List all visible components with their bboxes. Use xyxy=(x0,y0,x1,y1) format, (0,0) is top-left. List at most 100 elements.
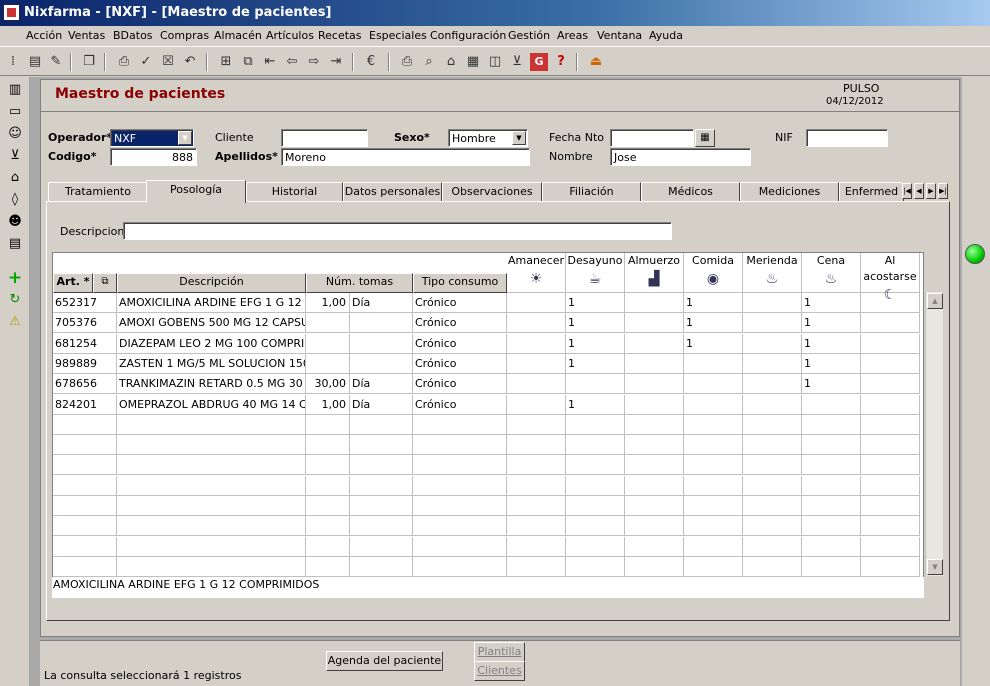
cell-num-tomas[interactable]: 1,00 xyxy=(306,293,350,313)
cell-toma[interactable] xyxy=(861,435,920,456)
cell-toma[interactable]: 1 xyxy=(802,293,861,313)
cell-tipo-consumo[interactable]: Crónico xyxy=(413,293,507,313)
first-record-icon[interactable]: ⇤ xyxy=(261,53,279,71)
cell-tipo-consumo[interactable]: Crónico xyxy=(413,313,507,334)
cell-tipo-consumo[interactable] xyxy=(413,414,507,435)
cell-unidad[interactable] xyxy=(350,496,413,516)
col-header-almuerzo[interactable]: Almuerzo ▟ xyxy=(625,253,684,293)
cell-art[interactable] xyxy=(53,556,117,577)
exit-icon[interactable]: ⏏ xyxy=(587,53,605,71)
cell-art[interactable] xyxy=(53,516,117,537)
cell-toma[interactable] xyxy=(861,455,920,476)
cell-toma[interactable] xyxy=(743,496,802,516)
cell-toma[interactable] xyxy=(625,293,684,313)
cell-toma[interactable] xyxy=(625,414,684,435)
cell-tipo-consumo[interactable] xyxy=(413,516,507,537)
cell-toma[interactable] xyxy=(625,353,684,374)
cell-toma[interactable] xyxy=(566,536,625,557)
menu-ventas[interactable]: Ventas xyxy=(68,29,105,42)
menu-articulos[interactable]: Artículos xyxy=(266,29,314,42)
col-header-merienda[interactable]: Merienda ♨ xyxy=(743,253,802,293)
cell-toma[interactable] xyxy=(861,353,920,374)
stamp-icon[interactable]: ▥ xyxy=(6,81,24,99)
cell-unidad[interactable] xyxy=(350,313,413,334)
cell-toma[interactable] xyxy=(507,374,566,395)
euro-icon[interactable]: € xyxy=(362,53,380,71)
cell-num-tomas[interactable] xyxy=(306,414,350,435)
col-header-descripcion[interactable]: Descripción xyxy=(117,273,306,293)
codigo-field[interactable]: 888 xyxy=(110,148,197,166)
cell-art[interactable] xyxy=(53,536,117,557)
cell-art[interactable] xyxy=(53,435,117,456)
cell-num-tomas[interactable] xyxy=(306,556,350,577)
agenda-button[interactable]: Agenda del paciente xyxy=(326,651,443,671)
tab-enfermedades[interactable]: Enfermed xyxy=(839,182,904,202)
cell-art[interactable]: 681254 xyxy=(53,333,117,354)
cell-toma[interactable] xyxy=(684,374,743,395)
vertical-scrollbar[interactable]: ▲ ▼ xyxy=(925,292,943,576)
cell-unidad[interactable] xyxy=(350,516,413,537)
cell-toma[interactable] xyxy=(507,414,566,435)
cell-toma[interactable] xyxy=(743,293,802,313)
col-header-tipo-consumo[interactable]: Tipo consumo xyxy=(413,273,507,293)
scroll-up-icon[interactable]: ▲ xyxy=(927,293,943,309)
tab-prev-icon[interactable]: ◀ xyxy=(914,183,924,199)
duplicate-icon[interactable]: ⧉ xyxy=(239,53,257,71)
cell-toma[interactable] xyxy=(507,353,566,374)
tab-datos-personales[interactable]: Datos personales xyxy=(343,182,442,202)
col-header-art[interactable]: Art. * xyxy=(53,273,93,293)
cell-unidad[interactable]: Día xyxy=(350,293,413,313)
cell-tipo-consumo[interactable]: Crónico xyxy=(413,333,507,354)
cell-num-tomas[interactable] xyxy=(306,353,350,374)
cell-descripcion[interactable] xyxy=(117,516,306,537)
cliente-field[interactable] xyxy=(281,129,368,147)
cell-toma[interactable]: 1 xyxy=(566,293,625,313)
cell-toma[interactable] xyxy=(861,516,920,537)
cell-unidad[interactable] xyxy=(350,333,413,354)
cell-unidad[interactable] xyxy=(350,414,413,435)
cell-toma[interactable]: 1 xyxy=(802,374,861,395)
cell-toma[interactable] xyxy=(861,313,920,334)
cell-descripcion[interactable] xyxy=(117,475,306,496)
cell-toma[interactable] xyxy=(507,313,566,334)
cell-descripcion[interactable]: AMOXI GOBENS 500 MG 12 CAPSULA xyxy=(117,313,306,334)
cell-toma[interactable] xyxy=(802,536,861,557)
nombre-field[interactable]: Jose xyxy=(610,148,751,166)
cell-toma[interactable] xyxy=(566,475,625,496)
cell-tipo-consumo[interactable]: Crónico xyxy=(413,353,507,374)
cell-toma[interactable] xyxy=(684,556,743,577)
cell-descripcion[interactable] xyxy=(117,435,306,456)
cell-toma[interactable] xyxy=(507,556,566,577)
cell-toma[interactable] xyxy=(743,414,802,435)
cell-num-tomas[interactable] xyxy=(306,333,350,354)
calendar-icon[interactable]: ▦ xyxy=(695,129,715,147)
cell-toma[interactable] xyxy=(743,455,802,476)
cell-descripcion[interactable]: TRANKIMAZIN RETARD 0.5 MG 30 CO xyxy=(117,374,306,395)
cell-toma[interactable] xyxy=(802,516,861,537)
cell-toma[interactable] xyxy=(802,435,861,456)
operador-combo[interactable]: NXF ▼ xyxy=(110,129,194,147)
cell-toma[interactable] xyxy=(566,556,625,577)
cell-toma[interactable]: 1 xyxy=(566,313,625,334)
cell-descripcion[interactable] xyxy=(117,496,306,516)
cell-unidad[interactable]: Día xyxy=(350,394,413,415)
cell-art[interactable] xyxy=(53,455,117,476)
cell-toma[interactable] xyxy=(802,556,861,577)
cell-toma[interactable] xyxy=(566,496,625,516)
chevron-down-icon[interactable]: ▼ xyxy=(512,131,526,145)
cell-toma[interactable] xyxy=(861,414,920,435)
tab-medicos[interactable]: Médicos xyxy=(641,182,740,202)
cell-tipo-consumo[interactable] xyxy=(413,435,507,456)
cell-toma[interactable] xyxy=(625,475,684,496)
cell-num-tomas[interactable]: 30,00 xyxy=(306,374,350,395)
cell-num-tomas[interactable] xyxy=(306,455,350,476)
menu-gestion[interactable]: Gestión xyxy=(508,29,550,42)
cell-toma[interactable] xyxy=(625,313,684,334)
scroll-down-icon[interactable]: ▼ xyxy=(927,559,943,575)
edit-icon[interactable]: ✎ xyxy=(47,53,65,71)
grid-icon[interactable]: ▦ xyxy=(464,53,482,71)
cell-toma[interactable] xyxy=(507,435,566,456)
delete-doc-icon[interactable]: ☒ xyxy=(159,53,177,71)
cell-num-tomas[interactable] xyxy=(306,313,350,334)
cell-descripcion[interactable] xyxy=(117,455,306,476)
